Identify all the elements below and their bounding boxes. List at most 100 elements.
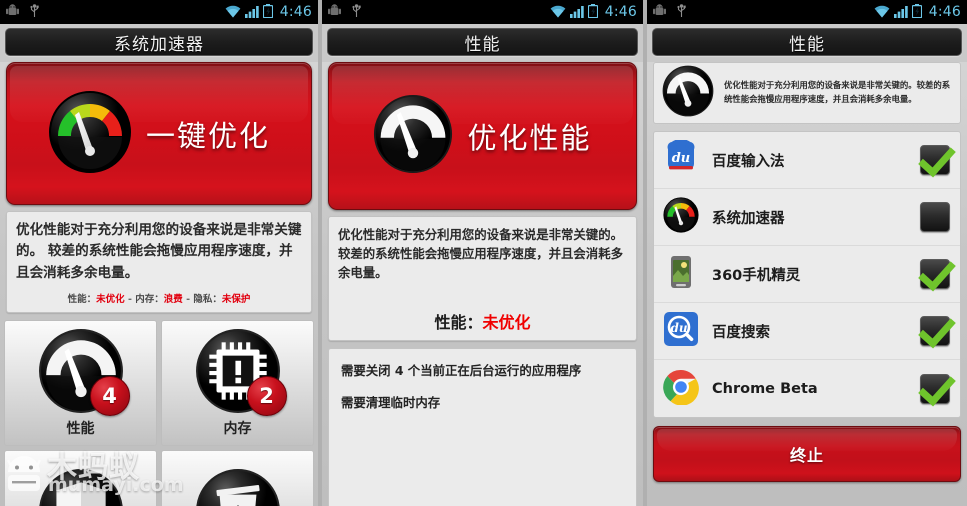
color-gauge-icon	[48, 90, 132, 178]
status-bar-right-icons: 4:46	[225, 3, 312, 22]
battery-charging-icon	[587, 3, 598, 22]
baidu-ime-icon: du	[663, 139, 699, 180]
running-apps-list: du 百度输入法 系统加速器 360手机精灵 du 百度搜索 Chrome Be…	[653, 131, 961, 418]
status-bar-right-icons: 4:46	[550, 3, 637, 22]
description-text: 优化性能对于充分利用您的设备来说是非常关键的。 较差的系统性能会拖慢应用程序速度…	[16, 222, 302, 281]
privacy-value: 未保护	[221, 294, 251, 306]
svg-text:du: du	[670, 321, 687, 335]
status-bar-left-icons	[328, 3, 362, 22]
baidu-search-icon: du	[663, 311, 699, 351]
three-phone-screenshot-composite: 4:46 系统加速器 一键优化 优化性能对于充分利用您的设备来说是非常关键的。 …	[0, 0, 967, 506]
phone-360-icon	[663, 254, 699, 294]
signal-icon	[244, 3, 259, 22]
title-bar-2: 性能	[327, 28, 638, 56]
tile-label: 内存	[223, 421, 252, 438]
usb-icon	[29, 3, 40, 22]
battery-charging-icon	[911, 3, 922, 22]
performance-info-text: 优化性能对于充分利用您的设备来说是非常关键的。较差的系统性能会拖慢应用程序速度，…	[724, 80, 951, 104]
tile-label: 性能	[66, 421, 95, 438]
app-name: Chrome Beta	[712, 380, 818, 397]
android-robot-icon	[328, 3, 341, 22]
terminate-button[interactable]: 终止	[653, 426, 961, 482]
screen-content-2: 优化性能 优化性能对于充分利用您的设备来说是非常关键的。 较差的系统性能会拖慢应…	[322, 62, 643, 506]
usb-icon	[351, 3, 362, 22]
status-bar-left-icons	[653, 3, 687, 22]
tile-icon-wrap: 2	[195, 328, 287, 417]
description-panel-2: 优化性能对于充分利用您的设备来说是非常关键的。 较差的系统性能会拖慢应用程序速度…	[328, 216, 637, 341]
tile-icon-wrap: 4	[38, 328, 130, 417]
signal-icon	[893, 3, 908, 22]
app-checkbox[interactable]	[920, 373, 950, 404]
app-checkbox[interactable]	[920, 145, 950, 175]
title-bar-3: 性能	[652, 28, 962, 56]
issue-item: 需要关闭 4 个当前正在后台运行的应用程序	[341, 362, 582, 378]
screen-content-1: 一键优化 优化性能对于充分利用您的设备来说是非常关键的。 较差的系统性能会拖慢应…	[0, 62, 318, 506]
perf-label: 性能：	[67, 294, 97, 306]
android-robot-icon	[653, 3, 666, 22]
chrome-icon	[663, 369, 699, 409]
list-item[interactable]: du 百度输入法	[654, 132, 960, 189]
phone-screen-3: 4:46 性能 优化性能对于充分利用您的设备来说是非常关键的。较差的系统性能会拖…	[647, 0, 967, 506]
status-summary-line: 性能：未优化 - 内存：浪费 - 隐私：未保护	[16, 291, 302, 305]
perf-value: 未优化	[96, 294, 125, 306]
perf-label: 性能：	[434, 312, 483, 332]
screen-content-3: 优化性能对于充分利用您的设备来说是非常关键的。较差的系统性能会拖慢应用程序速度，…	[647, 62, 967, 506]
tile-privacy[interactable]: 3	[4, 450, 157, 506]
android-robot-icon	[6, 3, 19, 22]
status-bar-right-icons: 4:46	[874, 3, 961, 22]
usb-icon	[676, 3, 687, 22]
app-checkbox[interactable]	[920, 202, 950, 232]
svg-text:du: du	[672, 151, 691, 166]
app-checkbox[interactable]	[920, 316, 950, 346]
optimize-performance-button[interactable]: 优化性能	[328, 62, 637, 210]
wifi-icon	[874, 3, 890, 22]
performance-info-card: 优化性能对于充分利用您的设备来说是非常关键的。较差的系统性能会拖慢应用程序速度，…	[653, 62, 961, 124]
feature-tile-grid: 4 性能 2 内存	[4, 320, 314, 506]
battery-charging-icon	[262, 3, 273, 22]
gauge-icon	[662, 65, 714, 121]
description-text: 优化性能对于充分利用您的设备来说是非常关键的。 较差的系统性能会拖慢应用程序速度…	[338, 227, 623, 281]
page-title: 系统加速器	[114, 34, 204, 55]
tile-performance[interactable]: 4 性能	[4, 320, 157, 447]
clock: 4:46	[928, 4, 961, 20]
gauge-icon	[373, 94, 453, 178]
badge-count: 2	[246, 376, 287, 417]
list-item[interactable]: 360手机精灵	[654, 246, 960, 303]
perf-value: 未优化	[482, 312, 531, 332]
tile-icon-wrap: 3	[38, 468, 124, 506]
app-checkbox[interactable]	[920, 259, 950, 289]
wifi-icon	[225, 3, 241, 22]
terminate-label: 终止	[789, 446, 824, 465]
separator-2: -	[182, 294, 194, 306]
app-name: 360手机精灵	[712, 267, 801, 284]
tile-cleanup[interactable]	[161, 450, 314, 506]
clock: 4:46	[279, 4, 312, 20]
status-bar: 4:46	[0, 0, 318, 24]
title-bar-1: 系统加速器	[5, 28, 313, 56]
separator-1: -	[124, 294, 136, 306]
badge-count: 4	[89, 376, 130, 417]
color-gauge-icon	[663, 197, 699, 237]
status-bar: 4:46	[322, 0, 643, 24]
app-name: 百度搜索	[712, 324, 770, 341]
phone-screen-2: 4:46 性能 优化性能 优化性能对于充分利用您的设备来说是非常关键的。 较差的…	[322, 0, 643, 506]
wifi-icon	[550, 3, 566, 22]
mem-value: 浪费	[163, 294, 183, 306]
page-title: 性能	[789, 34, 825, 55]
issues-panel: 需要关闭 4 个当前正在后台运行的应用程序 需要清理临时内存 高级优化	[328, 347, 637, 506]
signal-icon	[569, 3, 584, 22]
status-bar-left-icons	[6, 3, 40, 22]
privacy-label: 隐私：	[193, 294, 222, 306]
status-bar: 4:46	[647, 0, 967, 24]
mem-label: 内存：	[135, 294, 164, 306]
list-item[interactable]: du 百度搜索	[654, 303, 960, 360]
phone-screen-1: 4:46 系统加速器 一键优化 优化性能对于充分利用您的设备来说是非常关键的。 …	[0, 0, 318, 506]
list-item[interactable]: 系统加速器	[654, 189, 960, 246]
page-title: 性能	[464, 34, 501, 55]
description-panel-1: 优化性能对于充分利用您的设备来说是非常关键的。 较差的系统性能会拖慢应用程序速度…	[6, 211, 312, 314]
tile-memory[interactable]: 2 内存	[161, 320, 314, 447]
tile-icon-wrap	[195, 468, 281, 506]
list-item[interactable]: Chrome Beta	[654, 360, 960, 417]
one-key-optimize-button[interactable]: 一键优化	[6, 62, 312, 205]
one-key-optimize-label: 一键优化	[145, 118, 270, 153]
